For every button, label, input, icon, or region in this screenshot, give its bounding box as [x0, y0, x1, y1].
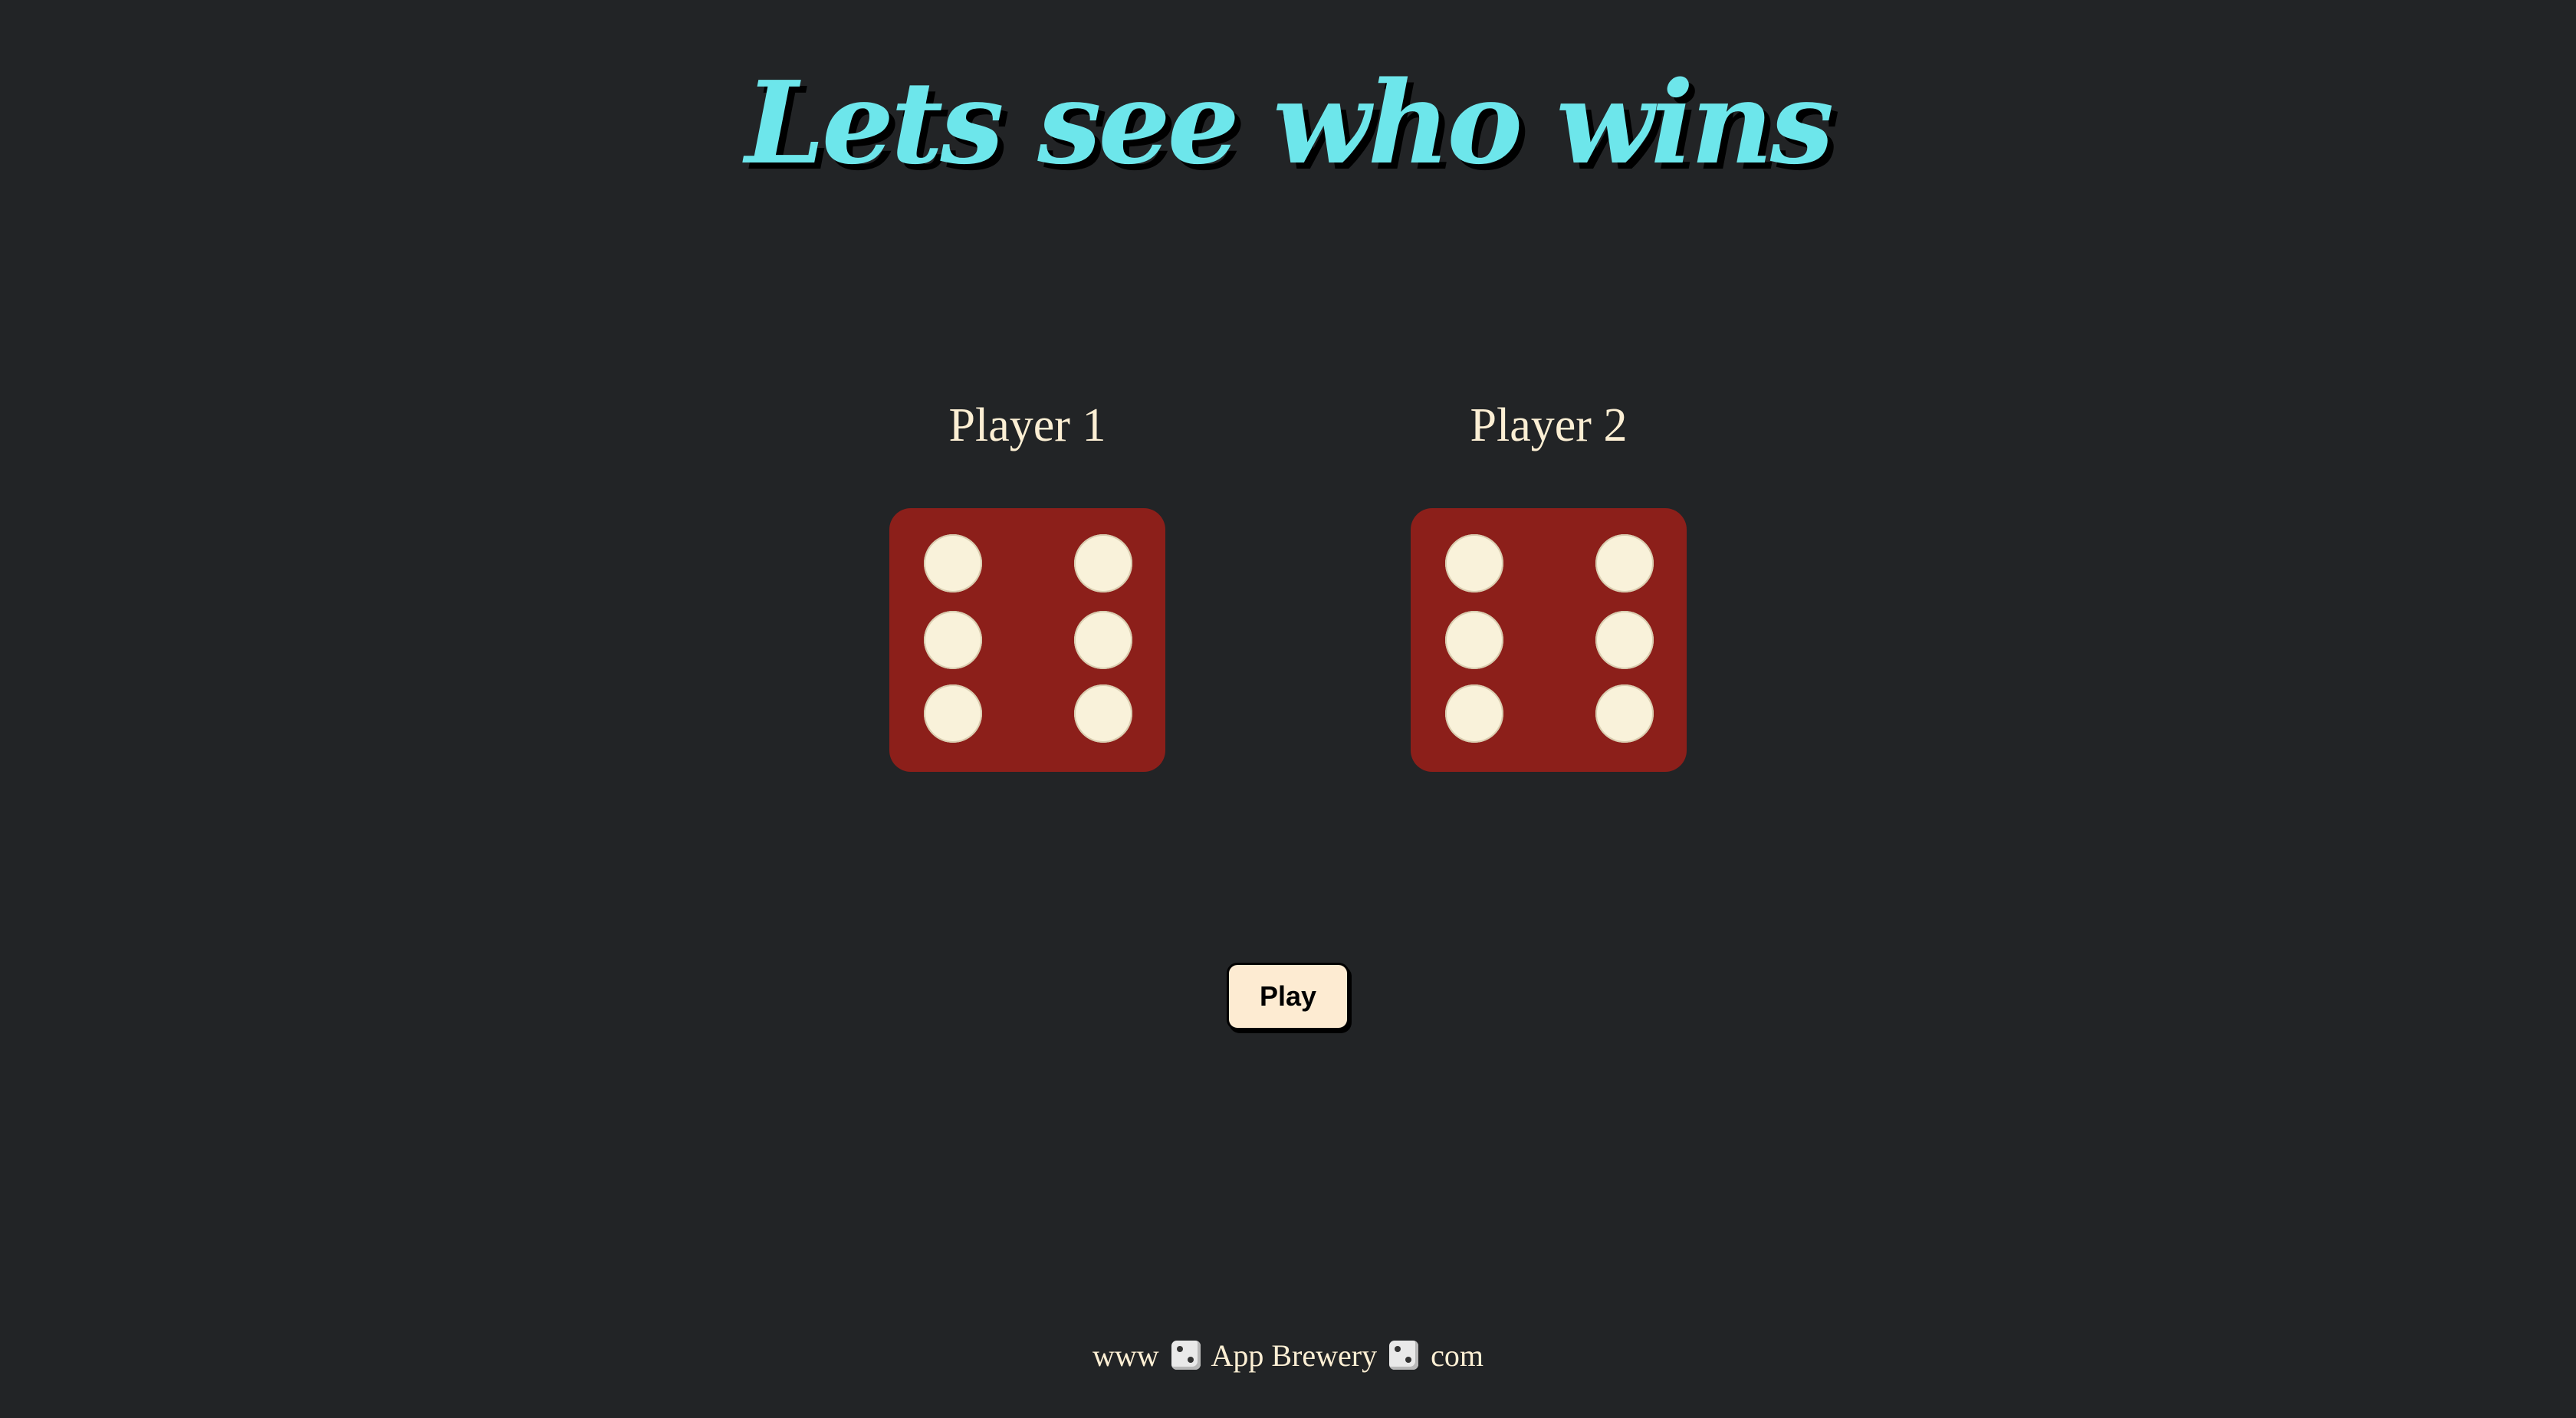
page-title: Lets see who wins [744, 56, 1834, 189]
dice-pip [924, 684, 982, 743]
dice-pip [1595, 611, 1654, 669]
player-2-panel: Player 2 [1411, 387, 1687, 772]
footer: www App Brewery com [0, 1338, 2576, 1374]
player-1-name: Player 1 [948, 399, 1106, 451]
dice-pip [1074, 611, 1132, 669]
play-button[interactable]: Play [1227, 963, 1349, 1030]
dice-pip [1074, 534, 1132, 592]
footer-brand: App Brewery [1211, 1338, 1378, 1373]
dice-pip [1445, 534, 1503, 592]
dice-pip [924, 534, 982, 592]
player-1-panel: Player 1 [889, 387, 1165, 772]
dice-pip [924, 611, 982, 669]
game-die-icon [1171, 1341, 1201, 1370]
player-2-name: Player 2 [1470, 399, 1628, 451]
footer-www: www [1092, 1338, 1159, 1373]
game-die-icon [1389, 1341, 1419, 1370]
player-2-dice [1411, 508, 1687, 772]
dice-pip [1074, 684, 1132, 743]
dice-pip [1445, 611, 1503, 669]
player-1-dice [889, 508, 1165, 772]
dice-pip [1445, 684, 1503, 743]
footer-com: com [1431, 1338, 1484, 1373]
dice-pip [1595, 534, 1654, 592]
dice-pip [1595, 684, 1654, 743]
